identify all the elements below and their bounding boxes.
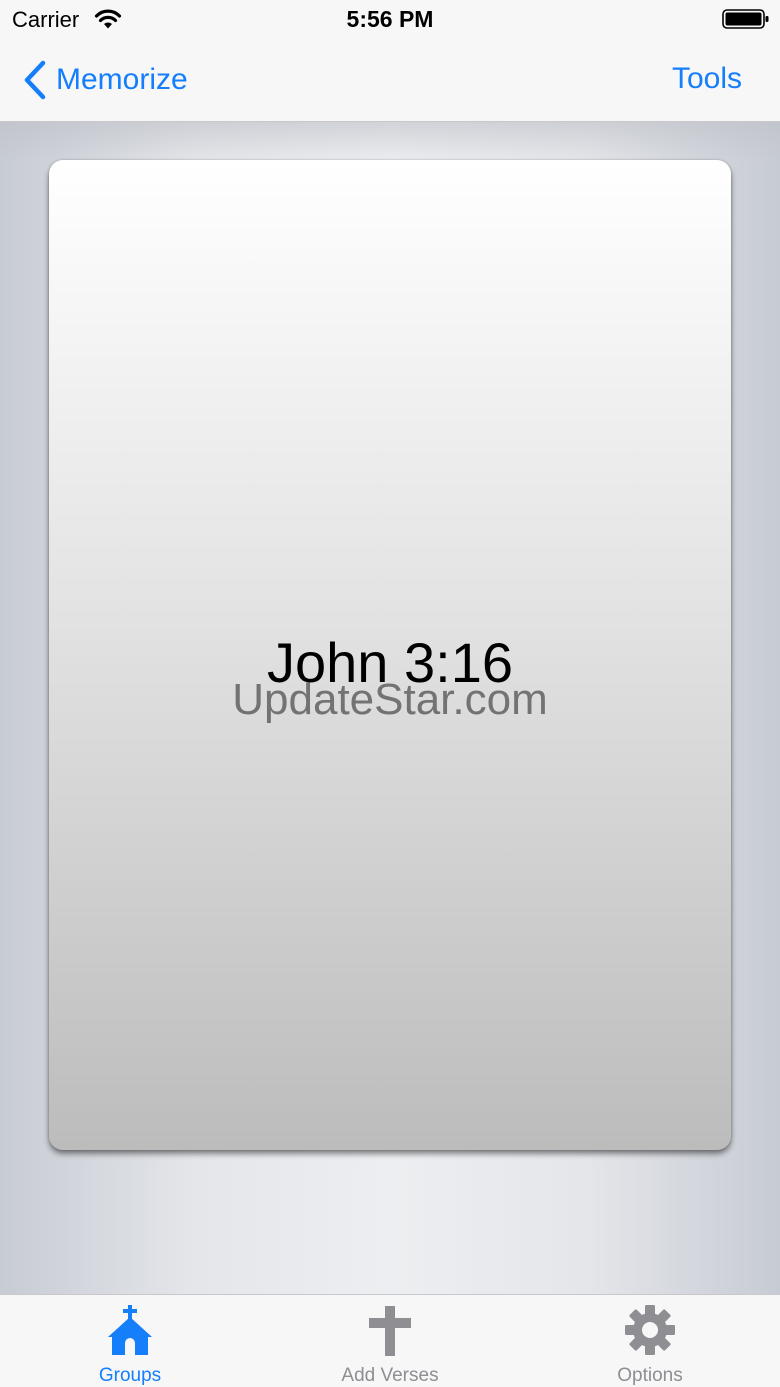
navigation-bar: Memorize Tools — [0, 40, 780, 122]
tab-options[interactable]: Options — [520, 1295, 780, 1387]
chevron-left-icon — [24, 60, 46, 100]
battery-icon — [722, 9, 769, 29]
tab-bar: Groups Add Verses Options — [0, 1294, 780, 1387]
tab-groups-label: Groups — [98, 1365, 162, 1386]
back-button[interactable]: Memorize — [22, 58, 188, 102]
cross-icon — [369, 1306, 411, 1356]
back-button-label: Memorize — [56, 63, 188, 96]
church-icon — [108, 1305, 152, 1355]
verse-card[interactable]: John 3:16 UpdateStar.com — [49, 160, 731, 1150]
status-bar: Carrier 5:56 PM — [0, 0, 780, 40]
tab-add-verses[interactable]: Add Verses — [260, 1295, 520, 1387]
tab-add-verses-label: Add Verses — [341, 1365, 439, 1386]
tab-options-label: Options — [617, 1365, 683, 1386]
watermark: UpdateStar.com — [232, 675, 548, 724]
content-area: John 3:16 UpdateStar.com — [0, 122, 780, 1294]
status-time: 5:56 PM — [346, 6, 434, 32]
tools-button[interactable]: Tools — [672, 62, 742, 96]
tab-groups[interactable]: Groups — [0, 1295, 260, 1387]
gear-icon — [625, 1305, 675, 1355]
